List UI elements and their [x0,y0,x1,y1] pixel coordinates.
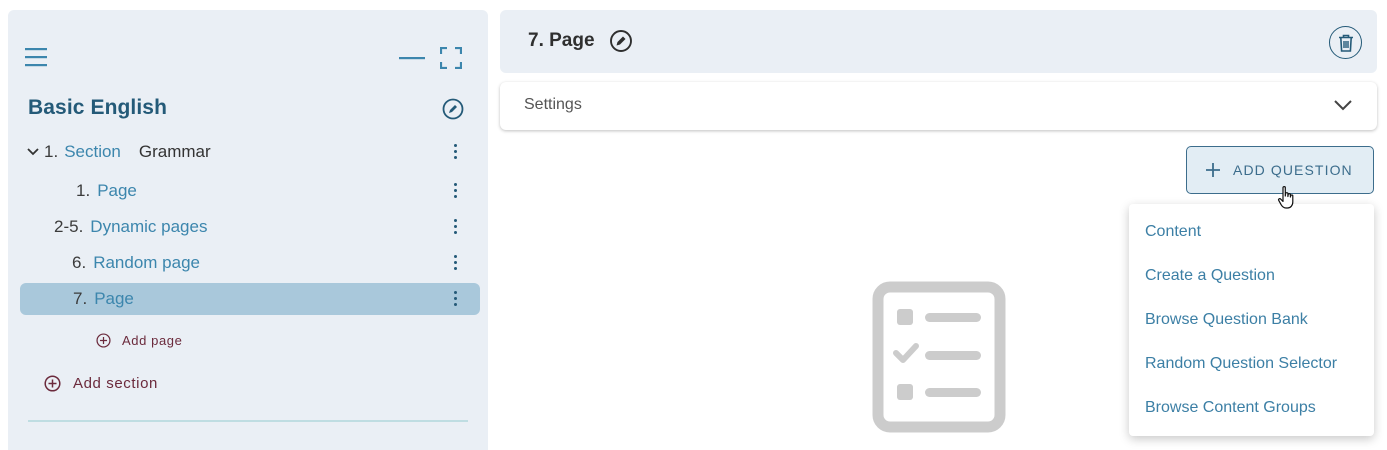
app-root: Basic English 1. Section Grammar 1. Page… [0,0,1387,450]
tree-item-random-page[interactable]: 6. Random page [20,247,480,279]
item-number: 1. [76,181,91,200]
item-number: 7. [73,289,88,308]
item-number: 2-5. [54,217,84,236]
item-number: 6. [72,253,87,272]
tree-section-grammar[interactable]: 1. Section Grammar [20,136,480,168]
trash-icon [1338,34,1353,52]
item-link[interactable]: Page [97,181,137,201]
kebab-icon[interactable] [452,183,458,199]
course-outline-sidebar: Basic English 1. Section Grammar 1. Page… [8,10,488,450]
section-name: Grammar [138,142,211,161]
plus-circle-icon [96,332,111,348]
kebab-icon[interactable] [452,291,458,307]
kebab-icon[interactable] [452,219,458,235]
tree-item-page-1[interactable]: 1. Page [20,175,480,207]
kebab-icon[interactable] [452,144,458,160]
add-section-button[interactable]: Add section [44,372,158,394]
item-link[interactable]: Page [94,289,134,309]
menu-item-content[interactable]: Content [1129,210,1374,254]
add-page-button[interactable]: Add page [96,330,182,350]
menu-item-browse-content-groups[interactable]: Browse Content Groups [1129,386,1374,430]
plus-icon [1206,163,1220,177]
pencil-icon[interactable] [609,29,633,53]
sidebar-divider [28,420,468,422]
hand-cursor-icon [1277,186,1294,209]
add-question-label: ADD QUESTION [1233,162,1353,178]
tree-item-dynamic-pages[interactable]: 2-5. Dynamic pages [20,211,480,243]
add-question-menu: Content Create a Question Browse Questio… [1129,204,1374,436]
menu-item-random-question-selector[interactable]: Random Question Selector [1129,342,1374,386]
menu-item-create-question[interactable]: Create a Question [1129,254,1374,298]
plus-circle-icon [44,374,61,392]
fullscreen-icon[interactable] [440,47,462,69]
pencil-icon[interactable] [442,98,464,120]
add-page-label: Add page [122,332,183,348]
tree-item-page-7-selected[interactable]: 7. Page [20,283,480,315]
hamburger-icon[interactable] [25,47,47,67]
checklist-icon [872,281,1006,433]
course-title: Basic English [28,96,168,119]
kebab-icon[interactable] [452,255,458,271]
menu-item-browse-question-bank[interactable]: Browse Question Bank [1129,298,1374,342]
settings-label: Settings [524,96,582,113]
settings-accordion[interactable]: Settings [500,82,1377,130]
delete-page-button[interactable] [1329,26,1362,59]
minimize-icon[interactable] [399,48,425,68]
page-title: 7. Page [528,30,595,51]
item-link[interactable]: Random page [93,253,200,273]
sidebar-toolbar [8,10,488,100]
section-link[interactable]: Section [64,142,121,162]
item-link[interactable]: Dynamic pages [90,217,207,237]
add-section-label: Add section [73,374,158,392]
section-number: 1. [44,142,59,161]
chevron-down-icon[interactable] [1333,98,1353,112]
page-header: 7. Page [500,10,1377,73]
chevron-down-icon[interactable] [26,145,40,159]
